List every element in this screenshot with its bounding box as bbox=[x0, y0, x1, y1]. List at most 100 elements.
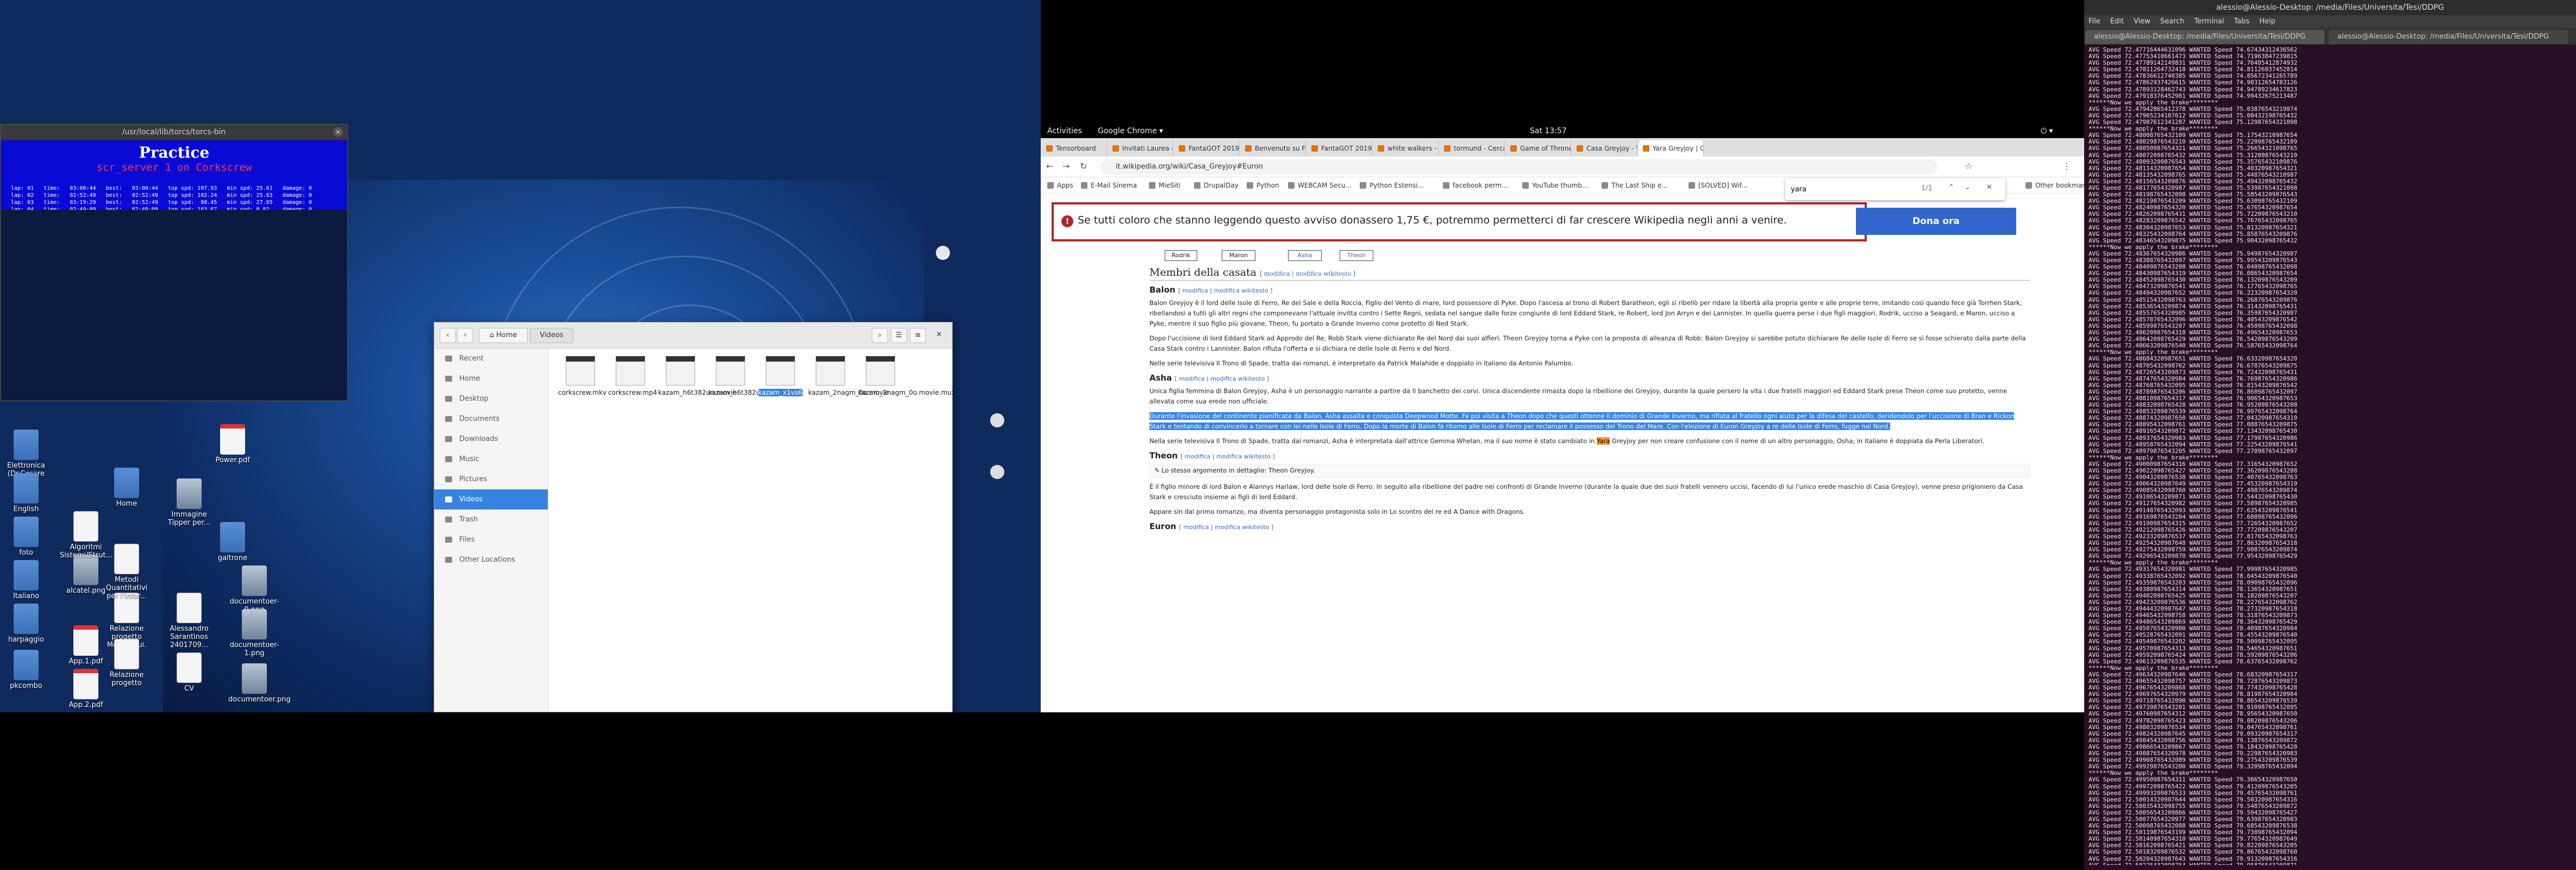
menu-icon[interactable]: ≡ bbox=[910, 328, 926, 343]
desktop-icon[interactable]: galtrone bbox=[207, 522, 259, 562]
file-item[interactable]: corkscrew.mkv bbox=[558, 356, 607, 396]
terminal-menu-item[interactable]: Edit bbox=[2110, 17, 2124, 26]
bookmark[interactable]: The Last Ship e... bbox=[1600, 177, 1668, 194]
clock[interactable]: Sat 13:57 bbox=[1530, 124, 1567, 138]
desktop-icon[interactable]: Home bbox=[101, 468, 153, 508]
torcs-titlebar[interactable]: /usr/local/lib/torcs/torcs-bin ✕ bbox=[1, 125, 347, 140]
close-icon[interactable]: ✕ bbox=[333, 127, 343, 137]
activities-button[interactable]: Activities bbox=[1047, 124, 1082, 138]
terminal-tab[interactable]: alessio@Alessio-Desktop: /media/Files/Un… bbox=[2329, 30, 2568, 44]
terminal-menu-item[interactable]: View bbox=[2134, 17, 2150, 26]
desktop-icon[interactable]: documentoer-0.png bbox=[228, 566, 280, 614]
family-member-box[interactable]: Asha bbox=[1288, 250, 1322, 261]
sidebar-item-music[interactable]: Music bbox=[434, 449, 548, 469]
bookmark[interactable]: Other bookmarks bbox=[2024, 177, 2092, 194]
family-member-box[interactable]: Maron bbox=[1222, 250, 1255, 261]
view-list-icon[interactable]: ☰ bbox=[891, 328, 907, 343]
bookmark[interactable]: WEBCAM Secu... bbox=[1287, 177, 1352, 194]
bookmark[interactable]: DrupalDay bbox=[1193, 177, 1239, 194]
chrome-window[interactable]: TensorboardInvitati Laurea - F... FantaGO… bbox=[1041, 138, 2092, 712]
address-bar[interactable]: it.wikipedia.org/wiki/Casa_Greyjoy#Euron bbox=[1101, 159, 1937, 175]
browser-tab[interactable]: Yara Greyjoy | G... bbox=[1639, 140, 1704, 157]
close-icon[interactable]: ✕ bbox=[1986, 183, 1992, 191]
bookmark[interactable]: [SOLVED] Wif... bbox=[1687, 177, 1747, 194]
more-menu-icon[interactable]: ⋮ bbox=[2062, 161, 2071, 171]
find-prev-icon[interactable]: ⌃ bbox=[1948, 183, 1954, 191]
browser-tab[interactable]: Tensorboard bbox=[1042, 140, 1107, 157]
sidebar-item-downloads[interactable]: Downloads bbox=[434, 429, 548, 449]
terminal-window[interactable]: alessio@Alessio-Desktop: /media/Files/Un… bbox=[2084, 0, 2576, 870]
bookmark[interactable]: MieSiti bbox=[1148, 177, 1180, 194]
app-menu[interactable]: Google Chrome ▾ bbox=[1098, 124, 1163, 138]
desktop-icon[interactable]: Algoritmi Sistemi/Strut... bbox=[60, 511, 112, 560]
forward-icon[interactable]: → bbox=[1062, 161, 1070, 171]
file-item[interactable]: kazam_h6t382un.movie.mux bbox=[708, 356, 803, 396]
desktop-icon[interactable]: documentoer-1.png bbox=[228, 609, 280, 657]
system-menu-icon[interactable]: ⏻ ▾ bbox=[2041, 124, 2053, 138]
desktop-icon[interactable]: Elettronica (Dr.Cesare bbox=[0, 430, 52, 478]
file-item[interactable]: corkscrew.mp4 bbox=[608, 356, 657, 396]
desktop-icon[interactable]: Alessandro Sarantinos 2401709... bbox=[163, 593, 215, 649]
find-input[interactable] bbox=[1791, 183, 1916, 196]
sidebar-item-other-locations[interactable]: Other Locations bbox=[434, 550, 548, 570]
desktop-icon[interactable]: English bbox=[0, 473, 52, 513]
browser-tab[interactable]: FantaGOT 2019 - bbox=[1307, 140, 1372, 157]
sidebar-item-home[interactable]: Home bbox=[434, 369, 548, 389]
file-item[interactable]: kazam_x1vs6t01.movie bbox=[758, 356, 835, 396]
sidebar-item-documents[interactable]: Documents bbox=[434, 409, 548, 429]
edit-link[interactable]: [ modifica | modifica wikitesto ] bbox=[1178, 287, 1273, 294]
sidebar-item-files[interactable]: Files bbox=[434, 530, 548, 550]
edit-link[interactable]: [ modifica | modifica wikitesto ] bbox=[1179, 524, 1274, 531]
sidebar-item-recent[interactable]: Recent bbox=[434, 349, 548, 369]
bookmark[interactable]: Python bbox=[1246, 177, 1279, 194]
search-icon[interactable]: ⌕ bbox=[872, 328, 888, 343]
browser-tab[interactable]: Invitati Laurea - F... bbox=[1108, 140, 1173, 157]
desktop-icon[interactable]: pkcombo bbox=[0, 650, 52, 690]
desktop-icon[interactable]: Immagine Tipper per... bbox=[163, 478, 215, 527]
find-next-icon[interactable]: ⌄ bbox=[1965, 183, 1971, 191]
bookmark[interactable]: YouTube thumb... bbox=[1521, 177, 1588, 194]
terminal-output[interactable]: AVG Speed 72.47716444631096 WANTED Speed… bbox=[2089, 47, 2572, 865]
browser-tab[interactable]: white walkers - ... bbox=[1373, 140, 1439, 157]
terminal-menu-item[interactable]: File bbox=[2089, 17, 2100, 26]
browser-tab[interactable]: Benvenuto su Fa... bbox=[1241, 140, 1306, 157]
family-member-box[interactable]: Rodrik bbox=[1165, 250, 1197, 261]
file-item[interactable]: kazam_2nagm_0o.movie bbox=[808, 356, 889, 396]
family-member-box[interactable]: Theon bbox=[1340, 250, 1373, 261]
browser-tab[interactable]: Game of Thrones... bbox=[1506, 140, 1571, 157]
torcs-window[interactable]: /usr/local/lib/torcs/torcs-bin ✕ Practic… bbox=[0, 124, 348, 401]
desktop-icon[interactable]: CV bbox=[163, 652, 215, 693]
browser-tab[interactable]: tormund - Cerca ... bbox=[1440, 140, 1505, 157]
breadcrumb-home[interactable]: ⌂ Home bbox=[479, 328, 528, 343]
desktop-icon[interactable]: alcatel.png bbox=[60, 555, 112, 595]
desktop-icon[interactable]: foto bbox=[0, 517, 52, 557]
file-item[interactable]: kazam_h6t382un.movie bbox=[658, 356, 736, 396]
selected-paragraph[interactable]: Durante l'invasione del continente piani… bbox=[1149, 411, 2030, 432]
terminal-menu-item[interactable]: Terminal bbox=[2194, 17, 2224, 26]
bookmark[interactable]: facebook perm... bbox=[1442, 177, 1508, 194]
edit-link[interactable]: [ modifica | modifica wikitesto ] bbox=[1175, 375, 1270, 382]
forward-button[interactable]: › bbox=[457, 328, 473, 343]
desktop-icon[interactable]: Power.pdf bbox=[207, 424, 259, 464]
terminal-tab[interactable]: alessio@Alessio-Desktop: /media/Files/Un… bbox=[2085, 30, 2324, 44]
file-item[interactable]: kazam_2nagm_0o.movie.mux bbox=[858, 356, 955, 396]
back-icon[interactable]: ← bbox=[1046, 161, 1053, 171]
bookmark[interactable]: Python Estensi... bbox=[1359, 177, 1424, 194]
terminal-menu-item[interactable]: Tabs bbox=[2234, 17, 2249, 26]
edit-link[interactable]: [ modifica | modifica wikitesto ] bbox=[1180, 453, 1275, 460]
close-icon[interactable]: ✕ bbox=[931, 328, 947, 343]
bookmark[interactable]: E-Mail Sinema bbox=[1080, 177, 1137, 194]
edit-link[interactable]: [ modifica | modifica wikitesto ] bbox=[1260, 270, 1355, 277]
donate-button[interactable]: Dona ora bbox=[1856, 208, 2016, 235]
star-icon[interactable]: ☆ bbox=[1965, 161, 1972, 171]
reload-icon[interactable]: ↻ bbox=[1080, 161, 1087, 171]
sidebar-item-pictures[interactable]: Pictures bbox=[434, 469, 548, 489]
desktop-icon[interactable]: documentoer.png bbox=[228, 663, 291, 704]
desktop-icon[interactable]: App.2.pdf bbox=[60, 669, 112, 709]
desktop-icon[interactable]: Italiano bbox=[0, 560, 52, 600]
browser-tab[interactable]: Casa Greyjoy - W... bbox=[1572, 140, 1637, 157]
desktop-icon[interactable]: harpaggio bbox=[0, 604, 52, 644]
breadcrumb-videos[interactable]: Videos bbox=[530, 328, 573, 343]
sidebar-item-desktop[interactable]: Desktop bbox=[434, 389, 548, 409]
terminal-menu-item[interactable]: Help bbox=[2259, 17, 2275, 26]
